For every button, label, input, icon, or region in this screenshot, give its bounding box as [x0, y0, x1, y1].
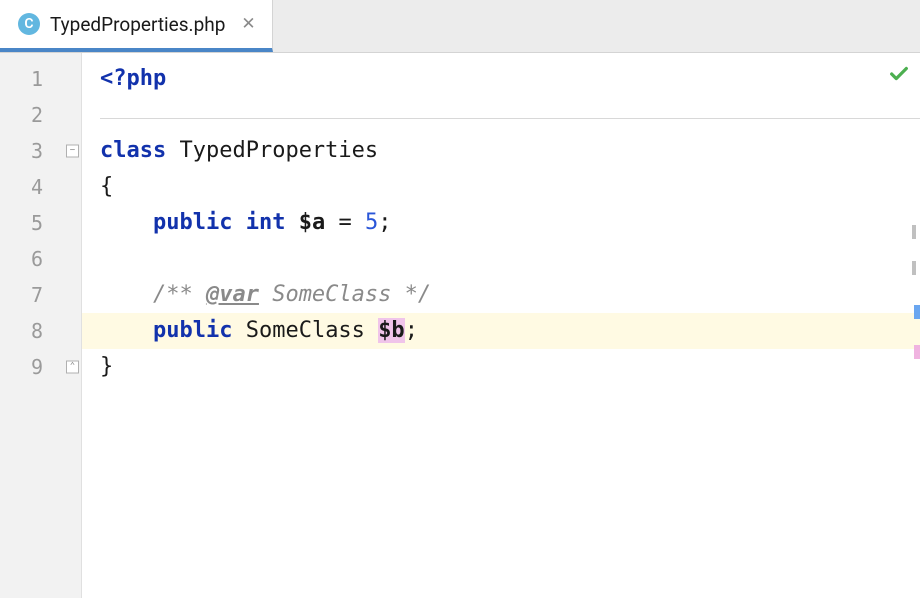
line-number[interactable]: 1 — [0, 61, 81, 97]
scrollbar-markers — [906, 53, 920, 598]
token-type: SomeClass — [246, 318, 365, 343]
line-number[interactable]: 9 ⌃ — [0, 349, 81, 385]
line-number[interactable]: 4 — [0, 169, 81, 205]
token-semi: ; — [378, 210, 391, 235]
token-comment: SomeClass */ — [259, 282, 431, 307]
tab-bar: C TypedProperties.php ✕ — [0, 0, 920, 53]
fold-end-icon[interactable]: ⌃ — [66, 361, 79, 374]
code-area[interactable]: <?php class TypedProperties { public int… — [82, 53, 920, 598]
fold-toggle-icon[interactable]: − — [66, 145, 79, 158]
token-brace: { — [100, 174, 113, 199]
token-assign: = — [325, 210, 365, 235]
token-keyword: public — [153, 318, 232, 343]
close-icon[interactable]: ✕ — [241, 14, 255, 34]
line-number[interactable]: 5 — [0, 205, 81, 241]
code-line[interactable]: public int $a = 5; — [82, 205, 920, 241]
tab-active[interactable]: C TypedProperties.php ✕ — [0, 0, 273, 52]
token-keyword: class — [100, 138, 166, 163]
file-type-icon: C — [18, 13, 40, 35]
line-number[interactable]: 8 — [0, 313, 81, 349]
token-semi: ; — [405, 318, 418, 343]
scroll-mark[interactable] — [912, 225, 916, 239]
scroll-mark[interactable] — [912, 261, 916, 275]
scroll-mark-caret[interactable] — [914, 305, 920, 319]
line-number[interactable]: 3 − — [0, 133, 81, 169]
code-line[interactable] — [82, 241, 920, 277]
scroll-mark-change[interactable] — [914, 345, 920, 359]
token-doctag: @var — [206, 282, 259, 307]
token-keyword: public — [153, 210, 232, 235]
token-variable-selected: $b — [378, 318, 405, 343]
line-number[interactable]: 7 — [0, 277, 81, 313]
token-brace: } — [100, 354, 113, 379]
token-number: 5 — [365, 210, 378, 235]
code-line[interactable]: /** @var SomeClass */ — [82, 277, 920, 313]
code-line[interactable]: class TypedProperties — [82, 133, 920, 169]
line-number[interactable]: 2 — [0, 97, 81, 133]
tab-label: TypedProperties.php — [50, 13, 225, 36]
gutter: 1 2 3 − 4 5 6 7 8 9 ⌃ — [0, 53, 82, 598]
token-comment: /** — [153, 282, 206, 307]
code-line[interactable] — [82, 97, 920, 133]
token-variable: $a — [299, 210, 326, 235]
code-line[interactable]: { — [82, 169, 920, 205]
token-keyword: int — [246, 210, 286, 235]
token-classname: TypedProperties — [179, 138, 378, 163]
editor: 1 2 3 − 4 5 6 7 8 9 ⌃ <?php class TypedP… — [0, 53, 920, 598]
token-open-tag: <?php — [100, 66, 166, 91]
code-line[interactable]: <?php — [82, 61, 920, 97]
code-line-highlighted[interactable]: public SomeClass $b; — [82, 313, 920, 349]
line-number[interactable]: 6 — [0, 241, 81, 277]
code-line[interactable]: } — [82, 349, 920, 385]
